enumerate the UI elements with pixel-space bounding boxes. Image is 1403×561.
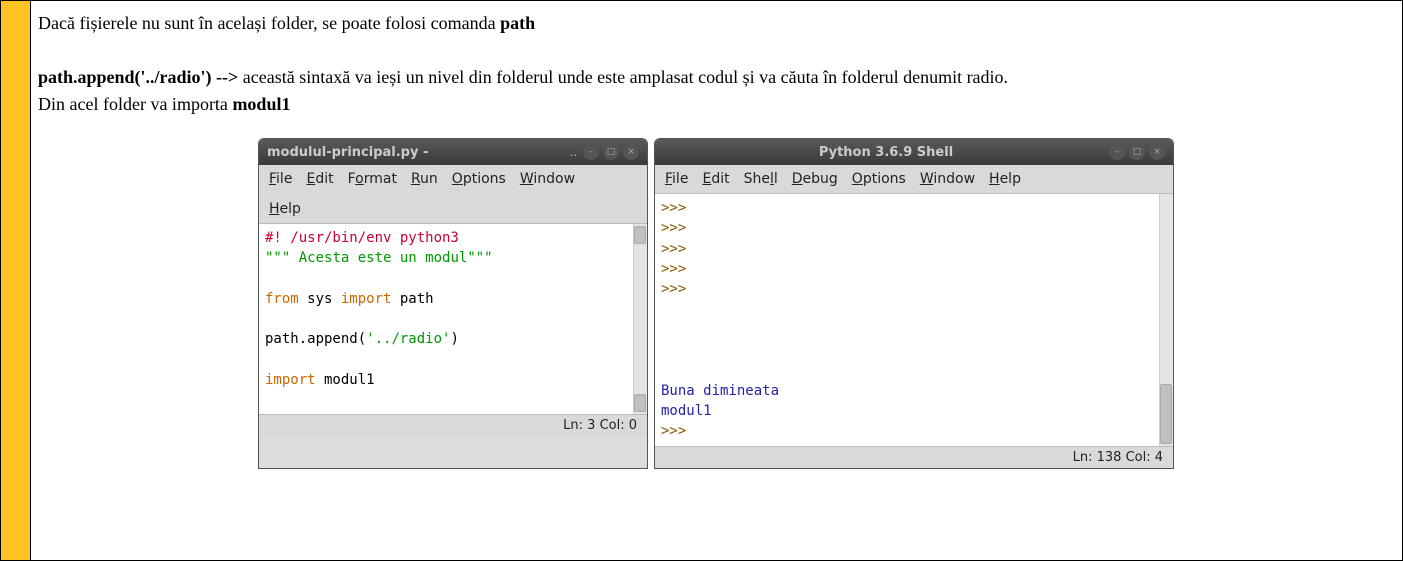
code-string: '../radio'	[366, 331, 450, 347]
code-text: path.append(	[265, 331, 366, 347]
text-segment: Dacă fișierele nu sunt în același folder…	[38, 13, 500, 33]
shell-blank	[661, 301, 669, 317]
code-text: modul1	[316, 372, 375, 388]
window-controls: – □ ×	[583, 144, 639, 160]
shell-title: Python 3.6.9 Shell	[663, 145, 1109, 160]
shell-blank	[661, 322, 669, 338]
editor-statusbar: Ln: 3 Col: 0	[259, 414, 647, 436]
code-text: path	[391, 291, 433, 307]
windows-row: modulul-principal.py - .. – □ × File Edi…	[258, 138, 1393, 469]
code-text: )	[450, 331, 458, 347]
shell-statusbar: Ln: 138 Col: 4	[655, 446, 1173, 468]
menu-label: elp	[280, 201, 301, 217]
shell-blank	[661, 362, 669, 378]
shell-prompt: >>>	[661, 261, 686, 277]
menu-label: dit	[711, 171, 729, 187]
text-bold: path.append('../radio') -->	[38, 67, 238, 87]
scrollbar-track[interactable]	[633, 224, 647, 414]
yellow-sidebar	[1, 1, 31, 560]
text-segment: această sintaxă va ieși un nivel din fol…	[238, 67, 1008, 87]
menu-edit[interactable]: Edit	[306, 171, 333, 187]
editor-menubar: File Edit Format Run Options Window Help	[259, 165, 647, 224]
menu-edit[interactable]: Edit	[702, 171, 729, 187]
menu-file[interactable]: File	[269, 171, 292, 187]
minimize-icon[interactable]: –	[1109, 144, 1125, 160]
code-text: sys	[299, 291, 341, 307]
code-keyword: from	[265, 291, 299, 307]
titlebar-dots: ..	[570, 146, 577, 159]
shell-prompt: >>>	[661, 241, 686, 257]
code-keyword: import	[265, 372, 316, 388]
shell-menubar: File Edit Shell Debug Options Window Hel…	[655, 165, 1173, 194]
shell-output: Buna dimineata	[661, 383, 779, 399]
text-bold: modul1	[232, 94, 290, 114]
scrollbar-track[interactable]	[1159, 194, 1173, 446]
menu-help[interactable]: Help	[989, 171, 1021, 187]
menu-label: F	[348, 171, 356, 187]
scrollbar-thumb[interactable]	[1160, 384, 1172, 444]
close-icon[interactable]: ×	[1149, 144, 1165, 160]
shell-prompt: >>>	[661, 281, 686, 297]
menu-label: elp	[1000, 171, 1021, 187]
menu-help[interactable]: Help	[269, 201, 637, 217]
shell-titlebar[interactable]: Python 3.6.9 Shell – □ ×	[655, 139, 1173, 165]
menu-label: l	[774, 171, 778, 187]
menu-format[interactable]: Format	[348, 171, 397, 187]
menu-label: dit	[315, 171, 333, 187]
scrollbar-thumb[interactable]	[634, 394, 646, 412]
shell-window: Python 3.6.9 Shell – □ × File Edit Shell…	[654, 138, 1174, 469]
menu-shell[interactable]: Shell	[744, 171, 778, 187]
maximize-icon[interactable]: □	[603, 144, 619, 160]
text-bold: path	[500, 13, 535, 33]
code-docstring: """	[265, 250, 290, 266]
shell-output: modul1	[661, 403, 712, 419]
window-controls: – □ ×	[1109, 144, 1165, 160]
instruction-text: Dacă fișierele nu sunt în același folder…	[38, 10, 1393, 118]
menu-options[interactable]: Options	[852, 171, 906, 187]
menu-label: ebug	[803, 171, 838, 187]
code-docstring: Acesta este un modul	[290, 250, 467, 266]
code-shebang: #! /usr/bin/env python3	[265, 230, 459, 246]
minimize-icon[interactable]: –	[583, 144, 599, 160]
menu-label: un	[420, 171, 438, 187]
menu-window[interactable]: Window	[920, 171, 975, 187]
menu-run[interactable]: Run	[411, 171, 438, 187]
menu-label: ile	[276, 171, 292, 187]
shell-prompt: >>>	[661, 220, 686, 236]
menu-label: indow	[533, 171, 575, 187]
menu-debug[interactable]: Debug	[792, 171, 838, 187]
shell-prompt: >>>	[661, 200, 686, 216]
close-icon[interactable]: ×	[623, 144, 639, 160]
scrollbar-thumb[interactable]	[634, 226, 646, 244]
shell-output-area[interactable]: >>> >>> >>> >>> >>> Buna dimineata modul…	[655, 194, 1173, 446]
code-docstring: """	[467, 250, 492, 266]
menu-label: ile	[672, 171, 688, 187]
code-keyword: import	[341, 291, 392, 307]
shell-prompt: >>>	[661, 423, 686, 439]
content-area: Dacă fișierele nu sunt în același folder…	[38, 10, 1393, 469]
editor-window: modulul-principal.py - .. – □ × File Edi…	[258, 138, 648, 469]
shell-blank	[661, 342, 669, 358]
menu-label: ptions	[863, 171, 906, 187]
menu-label: She	[744, 171, 770, 187]
editor-title: modulul-principal.py -	[267, 145, 570, 160]
text-segment: Din acel folder va importa	[38, 94, 232, 114]
menu-label: ptions	[463, 171, 506, 187]
editor-titlebar[interactable]: modulul-principal.py - .. – □ ×	[259, 139, 647, 165]
menu-file[interactable]: File	[665, 171, 688, 187]
menu-label: indow	[933, 171, 975, 187]
menu-options[interactable]: Options	[452, 171, 506, 187]
menu-window[interactable]: Window	[520, 171, 575, 187]
maximize-icon[interactable]: □	[1129, 144, 1145, 160]
menu-label: rmat	[364, 171, 397, 187]
editor-code-area[interactable]: #! /usr/bin/env python3 """ Acesta este …	[259, 224, 647, 414]
